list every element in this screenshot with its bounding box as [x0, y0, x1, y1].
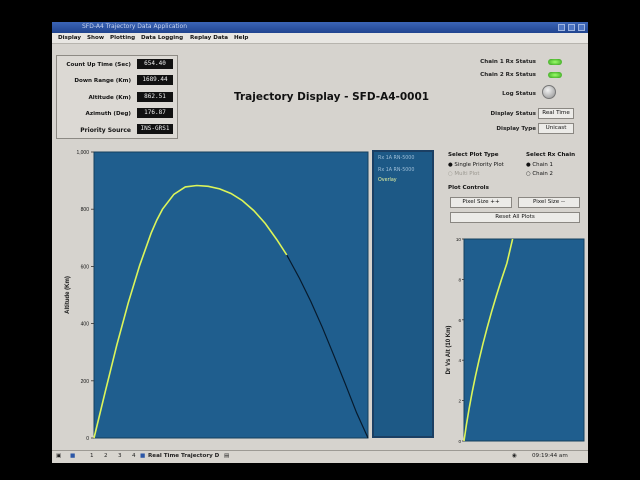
dr-vs-alt-tick-label: 6 — [458, 318, 461, 323]
altitude-tick-label: 1,000 — [76, 150, 89, 156]
workspace-2[interactable]: 2 — [104, 453, 108, 459]
single-priority-plot-label: Single Priority Plot — [454, 162, 504, 168]
plot-type-heading: Select Plot Type — [448, 152, 499, 158]
terminal-icon[interactable]: ▤ — [224, 453, 229, 459]
display-type-value: Unicast — [538, 123, 574, 134]
altitude-tick-label: 600 — [81, 264, 90, 270]
dr-vs-alt-tick-label: 4 — [458, 358, 461, 363]
chain1-status-led — [548, 59, 562, 65]
multi-plot-label: Multi Plot — [454, 171, 480, 177]
app-window-icon: ■ — [140, 453, 146, 459]
priority-source-label: Priority Source — [80, 127, 131, 134]
taskbar-clock: 09:19:44 am — [532, 453, 568, 459]
close-icon[interactable] — [578, 24, 585, 31]
altitude-axis-label: Altitude (Km) — [65, 276, 71, 314]
altitude-tick-label: 0 — [86, 436, 89, 442]
chain2-label: Chain 2 — [532, 171, 553, 177]
dr-vs-alt-plot-svg: 0 2 4 6 8 10 Dr Vs Alt (10 Km) — [444, 235, 588, 450]
count-up-time-label: Count Up Time (Sec) — [66, 62, 131, 68]
chain1-rx-status-label: Chain 1 Rx Status — [480, 59, 536, 65]
menu-bar: Display Show Plotting Data Logging Repla… — [52, 33, 588, 44]
legend-item-3: Overlay — [378, 178, 397, 183]
down-range-value: 1689.44 — [137, 75, 173, 85]
status-panel: Count Up Time (Sec) 654.40 Down Range (K… — [56, 55, 178, 139]
menu-display[interactable]: Display — [58, 35, 81, 41]
dr-vs-alt-tick-label: 10 — [456, 237, 462, 242]
menu-help[interactable]: Help — [234, 35, 248, 41]
down-range-label: Down Range (Km) — [74, 78, 131, 84]
altitude-value: 862.51 — [137, 92, 173, 102]
rx-chain-heading: Select Rx Chain — [526, 152, 576, 158]
plot-controls-heading: Plot Controls — [448, 185, 489, 191]
priority-source-value: INS-GRS1 — [137, 124, 173, 134]
network-icon: ◉ — [512, 453, 517, 459]
chain1-label: Chain 1 — [532, 162, 553, 168]
workspace-4[interactable]: 4 — [132, 453, 136, 459]
chain2-status-led — [548, 72, 562, 78]
altitude-label: Altitude (Km) — [88, 95, 131, 101]
azimuth-label: Azimuth (Deg) — [85, 111, 131, 117]
multi-plot-radio[interactable]: ○ Multi Plot — [448, 171, 479, 177]
page-title: Trajectory Display - SFD-A4-0001 — [234, 91, 430, 103]
single-priority-plot-radio[interactable]: ● Single Priority Plot — [448, 162, 504, 168]
menu-data-logging[interactable]: Data Logging — [141, 35, 183, 41]
plot-control-panel: Select Plot Type ● Single Priority Plot … — [446, 150, 588, 234]
log-status-label: Log Status — [502, 91, 536, 97]
dr-vs-alt-tick-label: 8 — [458, 277, 461, 282]
taskbar: ▣ ■ 1 2 3 4 ■ Real Time Trajectory D ▤ ◉… — [52, 450, 588, 463]
log-status-indicator — [542, 85, 556, 99]
menu-show[interactable]: Show — [87, 35, 104, 41]
maximize-icon[interactable] — [568, 24, 575, 31]
title-bar[interactable]: SFD-A4 Trajectory Data Application — [52, 22, 588, 33]
dr-vs-alt-tick-label: 0 — [458, 439, 461, 444]
dr-vs-alt-plot[interactable]: 0 2 4 6 8 10 Dr Vs Alt (10 Km) — [444, 235, 588, 450]
dr-vs-alt-tick-label: 2 — [458, 399, 461, 404]
reset-all-plots-button[interactable]: Reset All Plots — [450, 212, 580, 223]
trajectory-plot-area — [93, 151, 369, 439]
application-window: SFD-A4 Trajectory Data Application Displ… — [52, 22, 588, 450]
chain2-rx-status-label: Chain 2 Rx Status — [480, 72, 536, 78]
legend-panel: Rx 1A RN-5000 Rx 1A RN-5000 Overlay — [372, 150, 434, 438]
legend-item-2: Rx 1A RN-5000 — [378, 168, 415, 173]
azimuth-value: 176.87 — [137, 108, 173, 118]
pixel-size-plus-button[interactable]: Pixel Size ++ — [450, 197, 512, 208]
altitude-tick-label: 400 — [81, 322, 90, 328]
trajectory-plot-svg: 0 200 400 600 800 1,000 Altitude (Km) — [58, 150, 370, 450]
display-type-label: Display Type — [496, 126, 536, 132]
chain1-radio[interactable]: ● Chain 1 — [526, 162, 553, 168]
legend-item-1: Rx 1A RN-5000 — [378, 156, 415, 161]
altitude-tick-label: 200 — [81, 379, 90, 385]
dr-vs-alt-axis-label: Dr Vs Alt (10 Km) — [446, 326, 452, 375]
menu-replay-data[interactable]: Replay Data — [190, 35, 228, 41]
start-menu-icon[interactable]: ▣ — [56, 453, 61, 459]
chain2-radio[interactable]: ○ Chain 2 — [526, 171, 553, 177]
workspace-3[interactable]: 3 — [118, 453, 122, 459]
taskbar-app-button[interactable]: Real Time Trajectory D — [148, 453, 219, 459]
minimize-icon[interactable] — [558, 24, 565, 31]
altitude-tick-label: 800 — [81, 207, 90, 213]
window-title: SFD-A4 Trajectory Data Application — [82, 23, 188, 30]
menu-plotting[interactable]: Plotting — [110, 35, 135, 41]
count-up-time-value: 654.40 — [137, 59, 173, 69]
workspace-1[interactable]: 1 — [90, 453, 94, 459]
pixel-size-minus-button[interactable]: Pixel Size -- — [518, 197, 580, 208]
trajectory-plot[interactable]: 0 200 400 600 800 1,000 Altitude (Km) — [58, 150, 370, 450]
dr-vs-alt-area — [463, 238, 585, 442]
display-status-value: Real Time — [538, 108, 574, 119]
desktop-icon[interactable]: ■ — [70, 453, 75, 459]
display-status-label: Display Status — [490, 111, 536, 117]
